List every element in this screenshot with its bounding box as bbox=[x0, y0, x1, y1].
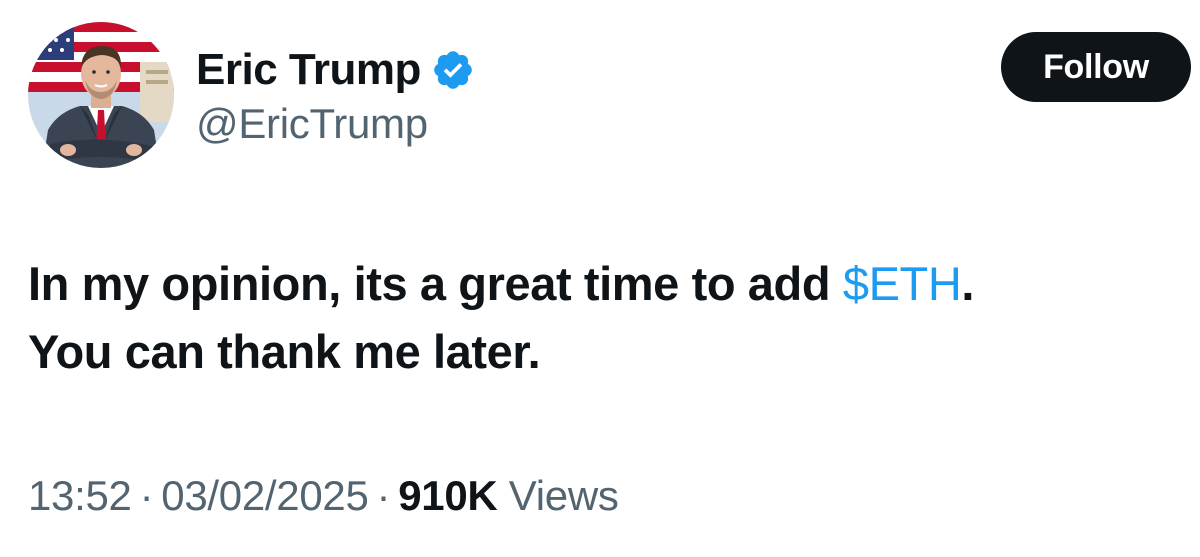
author-avatar[interactable] bbox=[28, 22, 174, 168]
author-display-name[interactable]: Eric Trump bbox=[196, 45, 421, 95]
avatar-image bbox=[28, 22, 174, 168]
tweet-card: Eric Trump @EricTrump Follow In my opini… bbox=[0, 0, 1200, 557]
tweet-text-line-1: In my opinion, its a great time to add $… bbox=[28, 250, 1188, 318]
tweet-time[interactable]: 13:52 bbox=[28, 472, 132, 519]
verified-badge-icon bbox=[431, 48, 475, 92]
views-label: Views bbox=[508, 472, 619, 519]
tweet-text-before-cashtag: In my opinion, its a great time to add bbox=[28, 257, 843, 310]
tweet-text: In my opinion, its a great time to add $… bbox=[28, 250, 1188, 386]
meta-separator: · bbox=[376, 472, 391, 519]
meta-separator: · bbox=[139, 472, 154, 519]
author-handle[interactable]: @EricTrump bbox=[196, 100, 428, 148]
views-count: 910K bbox=[398, 472, 498, 519]
tweet-date[interactable]: 03/02/2025 bbox=[161, 472, 369, 519]
follow-button[interactable]: Follow bbox=[1001, 32, 1191, 102]
cashtag-link[interactable]: $ETH bbox=[843, 257, 962, 310]
tweet-text-after-cashtag: . bbox=[961, 257, 975, 310]
tweet-meta: 13:52 · 03/02/2025 · 910K Views bbox=[28, 472, 619, 520]
author-name-row: Eric Trump bbox=[196, 40, 475, 100]
tweet-text-line-2: You can thank me later. bbox=[28, 325, 541, 378]
